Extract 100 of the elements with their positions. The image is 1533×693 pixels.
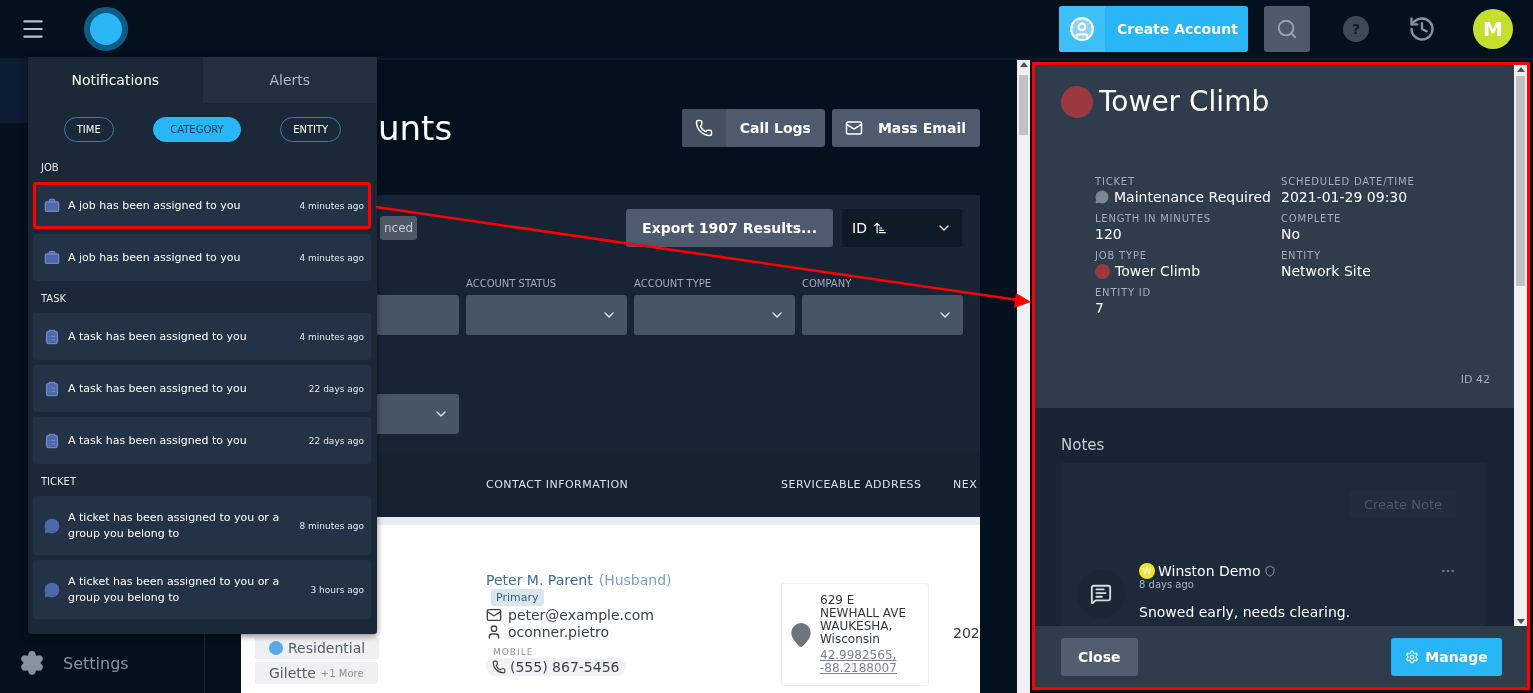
field-label: COMPLETE [1281,213,1343,224]
filter-label: ACCOUNT TYPE [634,278,713,290]
comment-icon [1077,570,1125,618]
field-label: ENTITY ID [1095,287,1153,298]
settings-icon [19,650,45,676]
notification-text: A task has been assigned to you [68,380,248,397]
logo [84,7,128,51]
username-text: oconner.pietro [508,624,609,640]
chat-bubble-icon [44,517,60,534]
tag-label: Residential [288,640,366,656]
user-icon [1069,16,1095,42]
field-value-text: 2021-01-29 09:30 [1281,189,1408,205]
notification-text: A job has been assigned to you [68,197,242,214]
notification-time: 22 days ago [308,383,364,394]
group-title: TASK [41,293,67,304]
notification-item[interactable]: A job has been assigned to you 4 minutes ago [33,234,371,281]
notification-text: A task has been assigned to you [68,432,248,449]
field-value-text: Network Site [1281,263,1371,279]
notification-item[interactable]: A task has been assigned to you 22 days ago [33,417,371,464]
field-label: LENGTH IN MINUTES [1095,213,1212,224]
search-icon [1276,18,1298,40]
notification-text: A ticket has been assigned to you or a group you belong to [68,573,281,606]
notification-item[interactable]: A job has been assigned to you 4 minutes ago [33,182,371,229]
notification-time: 4 minutes ago [299,200,364,211]
notification-item[interactable]: A task has been assigned to you 22 days ago [33,365,371,412]
map-pin-icon [788,621,814,648]
notification-time: 4 minutes ago [299,252,364,263]
export-button[interactable]: Export 1907 Results... [626,209,833,247]
notification-time: 8 minutes ago [299,520,364,531]
sidebar-item[interactable]: Settings [0,633,204,693]
briefcase-icon [44,249,60,266]
group-title: TICKET [41,476,77,487]
group-title: JOB [41,162,59,173]
author-name: Winston Demo [1158,563,1261,579]
sort-select[interactable]: ID [842,209,962,247]
notification-text: A task has been assigned to you [68,328,248,345]
mail-icon [844,118,863,137]
dropdown-field[interactable] [466,295,627,335]
note-text: Snowed early, needs clearing. [1139,604,1352,620]
notification-time: 22 days ago [308,435,364,446]
field-value-text: Tower Climb [1115,263,1201,279]
field-value-text: No [1281,226,1301,242]
field-value-text: Maintenance Required [1114,189,1271,205]
phone-icon [694,118,713,137]
briefcase-icon [44,197,60,214]
shield-icon [1263,565,1276,577]
field-value-text: 7 [1095,300,1104,316]
filter-pill[interactable]: CATEGORY [153,117,241,142]
notification-text: A ticket has been assigned to you or a group you belong to [68,509,281,542]
panel-title: Tower Climb [1099,85,1270,118]
notification-item[interactable]: A ticket has been assigned to you or a group you belong to 8 minutes ago [33,496,371,555]
field-label: TICKET [1095,176,1136,187]
clipboard-icon [44,328,60,345]
dropdown-field[interactable] [802,295,963,335]
id-text: ID 42 [1460,373,1490,386]
tab[interactable]: Alerts [202,57,377,103]
notification-time: 4 minutes ago [299,331,364,342]
notification-text: A job has been assigned to you [68,249,242,266]
dropdown-field[interactable] [634,295,795,335]
close-button[interactable]: Close [1061,637,1138,676]
column-header: CONTACT INFORMATION [486,478,630,491]
clipboard-icon [44,432,60,449]
tag-label: Gilette [269,665,316,681]
email-text: peter@example.com [508,607,654,623]
field-value-text: 120 [1095,226,1122,242]
coordinates-link[interactable]: 42.9982565, -88.2188007 [820,649,907,675]
relation-text: (Husband) [598,572,672,588]
phone-icon [492,660,506,674]
advanced-chip[interactable]: nced [380,216,418,240]
user-avatar: W [1139,563,1155,579]
clipboard-icon [44,380,60,397]
notification-time: 3 hours ago [310,584,364,595]
notification-item[interactable]: A task has been assigned to you 4 minutes ago [33,313,371,360]
tab[interactable]: Notifications [28,57,203,103]
notes-title: Notes [1061,436,1106,454]
filter-label: COMPANY [802,278,853,290]
field-label: SCHEDULED DATE/TIME [1281,176,1416,187]
column-header: NEX [953,478,979,491]
filter-label: ACCOUNT STATUS [466,278,558,290]
field-label: ENTITY [1281,250,1322,261]
contact-name[interactable]: Peter M. Parent [486,572,593,588]
notification-item[interactable]: A ticket has been assigned to you or a group you belong to 3 hours ago [33,560,371,619]
column-header: SERVICEABLE ADDRESS [781,478,923,491]
table-cell-text: 202 [953,624,980,643]
more-count: +1 More [320,667,364,679]
page-title: unts [378,107,453,148]
primary-badge: Primary [491,589,544,606]
action-button[interactable]: Mass Email [831,108,980,147]
chat-bubble-icon [1095,190,1109,204]
history-icon[interactable] [1408,15,1436,43]
action-button[interactable]: Call Logs [681,108,825,147]
note-time: 8 days ago [1139,579,1195,590]
search-button[interactable] [1264,6,1310,52]
phone-number: (555) 867-5456 [510,659,620,675]
phone-label: MOBILE [493,647,535,657]
settings-icon [1405,649,1420,664]
chat-bubble-icon [44,581,60,598]
address-text: 629 E NEWHALL AVE WAUKESHA, Wisconsin [820,594,907,646]
sort-icon [872,221,887,235]
mail-icon [486,607,502,623]
